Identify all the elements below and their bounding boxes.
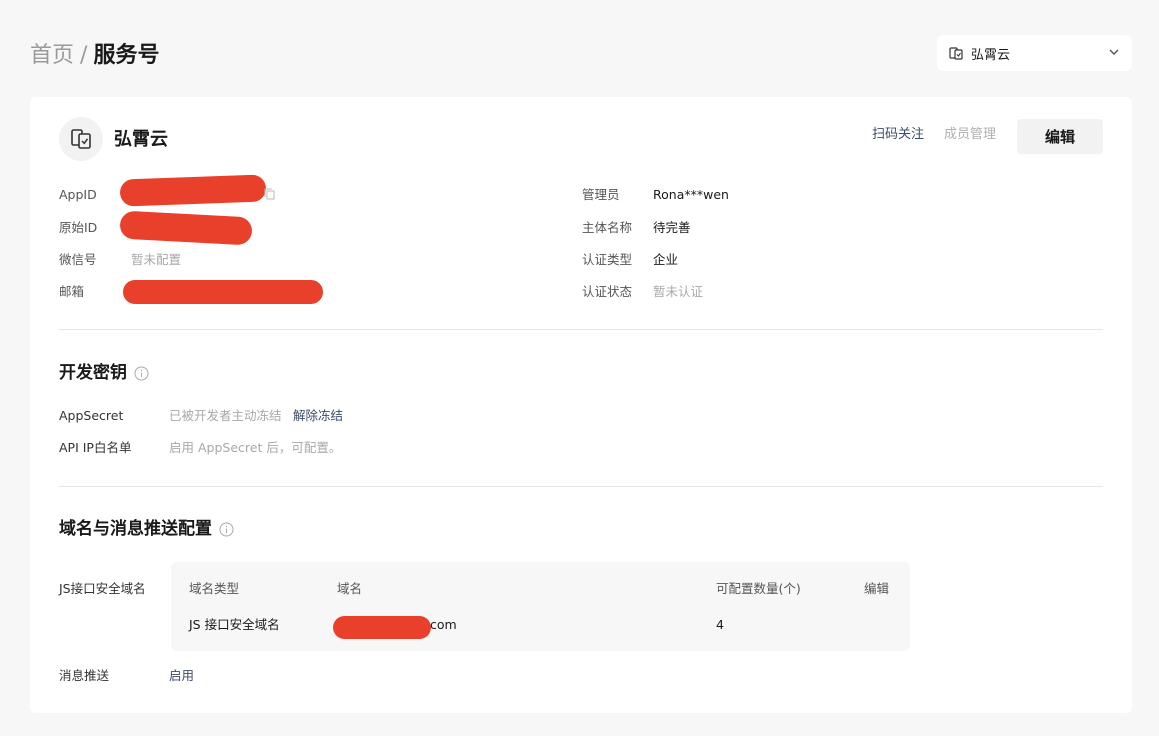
admin-label: 管理员 [582,187,620,202]
breadcrumb: 首页 / 服务号 [30,42,159,70]
appsecret-label: AppSecret [59,408,124,423]
divider [59,486,1103,487]
column-header-domain-type: 域名类型 [189,581,240,596]
verify-type-value: 企业 [653,252,679,267]
redaction-mark [119,174,267,207]
ip-whitelist-label: API IP白名单 [59,440,132,455]
redaction-mark [123,280,323,304]
chevron-down-icon [1109,49,1119,55]
service-account-icon [71,129,91,149]
wechat-id-value: 暂未配置 [131,252,182,267]
account-switcher-label: 弘霄云 [971,47,1011,63]
entity-name-label: 主体名称 [582,220,633,235]
count-cell: 4 [716,617,724,632]
dev-keys-section-title: 开发密钥 [59,361,149,385]
breadcrumb-separator: / [80,43,88,68]
breadcrumb-home[interactable]: 首页 [30,42,74,70]
unfreeze-link[interactable]: 解除冻结 [293,407,343,425]
domain-type-cell: JS 接口安全域名 [189,617,280,632]
dev-keys-title-text: 开发密钥 [59,363,127,383]
message-push-label: 消息推送 [59,668,110,683]
verify-type-label: 认证类型 [582,252,633,267]
redaction-mark [119,210,253,246]
edit-account-button[interactable]: 编辑 [1017,119,1103,154]
account-switcher[interactable]: 弘霄云 [937,35,1132,71]
domain-push-title-text: 域名与消息推送配置 [59,519,212,539]
wechat-id-label: 微信号 [59,252,97,267]
appid-label: AppID [59,187,97,202]
account-icon [949,47,963,60]
page-title: 服务号 [93,43,160,68]
js-domain-label: JS接口安全域名 [59,581,146,596]
redaction-mark [333,616,431,639]
edit-domain-link[interactable]: 编辑 [864,580,889,598]
verify-status-value: 暂未认证 [653,284,704,299]
scan-follow-link[interactable]: 扫码关注 [872,126,924,144]
ip-whitelist-hint: 启用 AppSecret 后，可配置。 [169,440,342,455]
verify-status-label: 认证状态 [582,284,633,299]
entity-name-value: 待完善 [653,220,691,235]
email-label: 邮箱 [59,284,85,299]
domain-push-section-title: 域名与消息推送配置 [59,517,234,541]
copy-icon[interactable] [264,188,275,200]
column-header-domain: 域名 [337,581,363,596]
admin-value: Rona***wen [653,187,729,202]
member-manage-link: 成员管理 [944,127,997,142]
domain-cell: com [430,617,457,632]
divider [59,329,1103,330]
info-icon[interactable] [134,366,149,381]
enable-push-link[interactable]: 启用 [169,667,194,685]
original-id-label: 原始ID [59,220,98,235]
avatar [59,117,103,161]
appsecret-status: 已被开发者主动冻结 [169,408,282,423]
column-header-count: 可配置数量(个) [716,581,801,596]
info-icon[interactable] [219,522,234,537]
account-name: 弘霄云 [114,129,168,150]
js-domain-table: 域名类型 域名 可配置数量(个) 编辑 JS 接口安全域名 com 4 [171,562,910,651]
account-card: 弘霄云 扫码关注 成员管理 编辑 AppID 原始ID 微信号 暂未配置 邮箱 … [30,97,1132,713]
